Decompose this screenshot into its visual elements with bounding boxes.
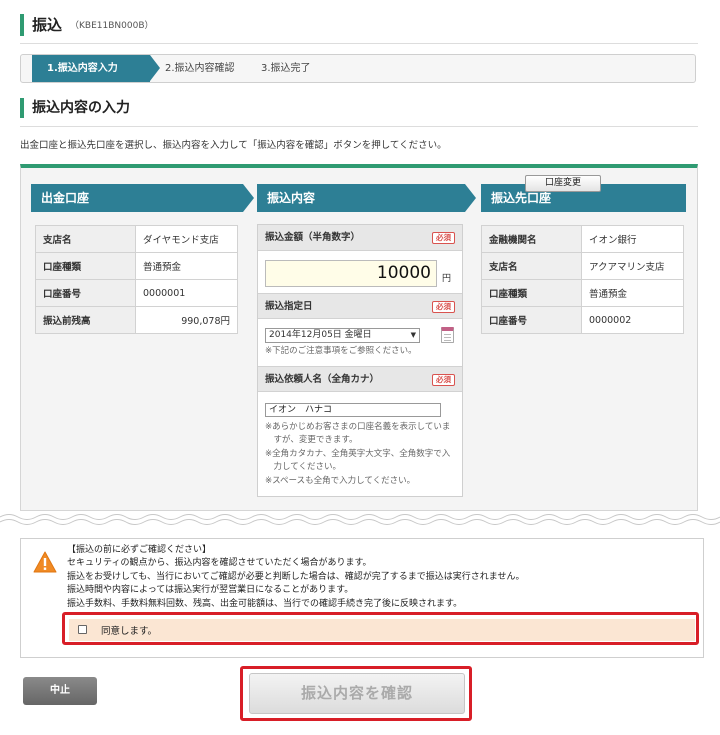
source-branch-value: ダイヤモンド支店	[135, 225, 238, 253]
destination-account-table: 金融機関名 イオン銀行 支店名 アクアマリン支店 口座種類 普通預金 口座番号 …	[481, 225, 684, 334]
dest-number-value: 0000002	[581, 306, 684, 334]
source-account-table: 支店名 ダイヤモンド支店 口座種類 普通預金 口座番号 0000001 振込前残…	[35, 225, 238, 334]
dest-bank-value: イオン銀行	[581, 225, 684, 253]
table-row: 金融機関名 イオン銀行	[481, 225, 684, 253]
chevron-down-icon: ▼	[410, 331, 416, 339]
table-row: 口座種類 普通預金	[481, 279, 684, 307]
table-row: 支店名 アクアマリン支店	[481, 252, 684, 280]
page-break-wave	[0, 514, 720, 525]
currency-unit: 円	[442, 274, 452, 284]
table-row: 口座種類 普通預金	[35, 252, 238, 280]
table-row: 口座番号 0000002	[481, 306, 684, 334]
change-account-button[interactable]: 口座変更	[525, 175, 601, 192]
step-2-confirm: 2.振込内容確認	[165, 63, 235, 74]
required-badge: 必須	[432, 374, 455, 386]
source-type-label: 口座種類	[35, 252, 136, 280]
step-3-complete: 3.振込完了	[261, 63, 311, 74]
dest-type-value: 普通預金	[581, 279, 684, 307]
source-balance-label: 振込前残高	[35, 306, 136, 334]
name-note-1: ※あらかじめお客さまの口座名義を表示していま	[265, 422, 451, 432]
name-note-2: すが、変更できます。	[265, 435, 358, 445]
source-number-label: 口座番号	[35, 279, 136, 307]
date-label: 振込指定日 必須	[258, 293, 462, 319]
dest-number-label: 口座番号	[481, 306, 582, 334]
header-divider	[20, 43, 698, 44]
requester-name-input[interactable]: イオン ハナコ	[265, 403, 441, 417]
notice-line-1: セキュリティの観点から、振込内容を確認させていただく場合があります。	[67, 558, 372, 569]
notice-line-3: 振込時間や内容によっては振込実行が翌営業日になることがあります。	[67, 585, 354, 596]
dest-type-label: 口座種類	[481, 279, 582, 307]
table-row: 口座番号 0000001	[35, 279, 238, 307]
dest-bank-label: 金融機関名	[481, 225, 582, 253]
table-row: 支店名 ダイヤモンド支店	[35, 225, 238, 253]
name-note-4: 力してください。	[265, 462, 342, 472]
source-account-heading: 出金口座	[31, 184, 254, 212]
agree-highlight-frame	[62, 612, 699, 645]
amount-input[interactable]: 10000	[265, 260, 437, 287]
table-row: 振込前残高 990,078円	[35, 306, 238, 334]
page-title: 振込	[32, 16, 63, 34]
transfer-details-heading: 振込内容	[257, 184, 476, 212]
source-balance-value: 990,078円	[135, 306, 238, 334]
step-1-input: 1.振込内容入力	[32, 55, 160, 82]
source-number-value: 0000001	[135, 279, 238, 307]
cancel-button[interactable]: 中止	[23, 677, 97, 705]
confirm-highlight-frame	[240, 666, 472, 721]
calendar-icon[interactable]	[441, 327, 454, 343]
transfer-date-select[interactable]: 2014年12月05日 金曜日 ▼	[265, 328, 420, 343]
notice-text: 【振込の前に必ずご確認ください】 セキュリティの観点から、振込内容を確認させてい…	[67, 544, 524, 611]
source-type-value: 普通預金	[135, 252, 238, 280]
step-indicator: 1.振込内容入力 2.振込内容確認 3.振込完了	[20, 54, 696, 83]
transfer-form-panel: 出金口座 振込内容 振込先口座 支店名 ダイヤモンド支店 口座種類 普通預金 口…	[20, 164, 698, 511]
source-branch-label: 支店名	[35, 225, 136, 253]
required-badge: 必須	[432, 232, 455, 244]
notice-heading: 【振込の前に必ずご確認ください】	[67, 545, 212, 555]
section-title: 振込内容の入力	[20, 98, 130, 118]
amount-label: 振込金額（半角数字） 必須	[258, 225, 462, 251]
required-badge: 必須	[432, 301, 455, 313]
name-note-5: ※スペースも全角で入力してください。	[265, 476, 416, 486]
page-code: （KBE11BN000B）	[70, 21, 154, 31]
warning-icon	[33, 551, 57, 573]
page-header: 振込 （KBE11BN000B）	[20, 14, 154, 36]
transfer-date-value: 2014年12月05日 金曜日	[269, 330, 372, 340]
dest-branch-label: 支店名	[481, 252, 582, 280]
date-note: ※下記のご注意事項をご参照ください。	[265, 346, 417, 356]
notice-line-2: 振込をお受けしても、当行においてご確認が必要と判断した場合は、確認が完了するまで…	[67, 571, 525, 582]
section-divider	[20, 126, 698, 127]
name-note-3: ※全角カタカナ、全角英字大文字、全角数字で入	[265, 449, 451, 459]
instruction-text: 出金口座と振込先口座を選択し、振込内容を入力して「振込内容を確認」ボタンを押して…	[20, 140, 447, 151]
notice-line-4: 振込手数料、手数料無料回数、残高、出金可能額は、当行での確認手続き完了後に反映さ…	[67, 598, 463, 609]
transfer-details-form: 振込金額（半角数字） 必須 10000 円 振込指定日 必須 2014年12月0…	[257, 224, 463, 497]
date-label-text: 振込指定日	[265, 301, 313, 312]
requester-name-label: 振込依頼人名（全角カナ） 必須	[258, 366, 462, 392]
amount-label-text: 振込金額（半角数字）	[265, 232, 361, 243]
requester-name-label-text: 振込依頼人名（全角カナ）	[265, 374, 380, 385]
dest-branch-value: アクアマリン支店	[581, 252, 684, 280]
